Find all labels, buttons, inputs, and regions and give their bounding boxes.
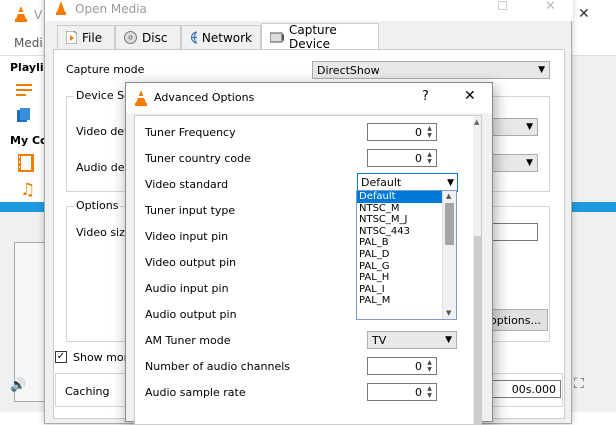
scroll-up-icon[interactable]: ▲ [446,192,451,200]
chevron-down-icon: ▼ [447,177,454,188]
audio-channels-value: 0 [415,359,422,373]
audio-device-select[interactable]: ▼ [486,154,538,172]
scroll-up-icon[interactable]: ▲ [474,118,479,126]
chevron-down-icon: ▼ [538,65,545,75]
dropdown-scrollbar[interactable]: ▲ ▼ [442,191,456,319]
capture-mode-select[interactable]: DirectShow ▼ [312,61,550,79]
audio-output-pin-label: Audio output pin [145,308,237,321]
fullscreen-icon[interactable]: ⛶ [574,376,584,392]
media-icon[interactable] [16,108,32,124]
video-device-select[interactable]: ▼ [486,118,538,136]
vlc-cone-icon [14,6,28,22]
tab-network-label: Network [201,30,252,45]
video-standard-value: Default [361,176,402,189]
tab-capture-device-label: Capture Device [289,23,337,51]
disc-icon [124,31,137,44]
vlc-cone-icon [134,90,148,109]
close-button[interactable]: ✕ [545,0,556,14]
chevron-down-icon: ▼ [526,158,533,168]
caching-value: 00s.000 [511,382,556,396]
spin-arrows-icon[interactable]: ▲ ▼ [424,125,435,139]
tab-capture-device[interactable]: Capture Device [261,23,379,51]
open-media-title-bar: Open Media ☐ ✕ [45,0,573,21]
open-media-title: Open Media [75,2,147,16]
advanced-options-button-label: options... [489,313,541,327]
chevron-down-icon: ▼ [526,122,533,132]
tuner-frequency-label: Tuner Frequency [145,126,236,139]
options-title: Options [74,199,121,212]
video-icon[interactable] [18,154,34,172]
tab-file-label: File [82,30,103,45]
audio-sample-rate-value: 0 [415,385,422,399]
chevron-down-icon: ▼ [445,335,452,345]
tuner-frequency-value: 0 [415,125,422,139]
show-more-checkbox[interactable]: ✓ [55,351,67,363]
tab-network[interactable]: Network [181,25,261,49]
video-device-label: Video dev [76,125,131,138]
scroll-down-icon[interactable]: ▼ [446,309,451,317]
spin-arrows-icon[interactable]: ▲ ▼ [424,151,435,165]
help-button[interactable]: ? [422,89,429,104]
tuner-country-code-value: 0 [415,151,422,165]
tab-disc[interactable]: Disc [115,25,181,49]
advanced-options-title-bar: Advanced Options ? ✕ [126,83,492,113]
spin-arrows-icon[interactable]: ▲ ▼ [424,359,435,373]
audio-device-label: Audio dev [76,161,132,174]
audio-channels-label: Number of audio channels [145,360,291,373]
volume-icon[interactable]: 🔊 [10,378,26,393]
capture-device-icon [270,32,284,43]
my-computer-heading: My Co [10,134,48,147]
video-standard-label: Video standard [145,178,229,191]
audio-sample-rate-spinbox[interactable]: 0 ▲ ▼ [367,383,437,401]
video-output-pin-label: Video output pin [145,256,237,269]
vlc-title-text: V [34,8,43,22]
video-size-input[interactable] [486,223,538,241]
file-icon [66,31,77,44]
advanced-list-scrollbar[interactable]: ▲ [473,116,481,424]
music-icon[interactable]: ♫ [20,180,35,200]
network-icon [191,31,197,44]
video-input-pin-label: Video input pin [145,230,229,243]
tuner-country-code-spinbox[interactable]: 0 ▲ ▼ [367,149,437,167]
spin-arrows-icon[interactable]: ▲ ▼ [424,385,435,399]
advanced-options-title: Advanced Options [154,91,255,104]
tab-file[interactable]: File [57,25,115,49]
caching-label: Caching [65,385,110,398]
caching-spinbox[interactable]: 00s.000 [481,380,561,398]
tuner-country-code-label: Tuner country code [145,152,251,165]
tab-disc-label: Disc [142,30,168,45]
audio-input-pin-label: Audio input pin [145,282,229,295]
dropdown-scrollbar-thumb[interactable] [445,203,454,245]
video-standard-dropdown: Default NTSC_M NTSC_M_J NTSC_443 PAL_B PAL_D P… [356,190,457,320]
am-tuner-mode-select[interactable]: TV ▼ [367,331,457,349]
tuner-frequency-spinbox[interactable]: 0 ▲ ▼ [367,123,437,141]
vlc-menu-media[interactable]: Medi [14,36,43,50]
audio-channels-spinbox[interactable]: 0 ▲ ▼ [367,357,437,375]
close-button[interactable]: ✕ [464,88,476,104]
vlc-cone-icon [55,1,67,18]
playlist-icon[interactable] [16,83,34,97]
capture-mode-value: DirectShow [317,63,380,77]
maximize-button[interactable]: ☐ [497,0,508,13]
capture-mode-label: Capture mode [66,63,145,76]
audio-sample-rate-label: Audio sample rate [145,386,246,399]
vlc-sidebar: Playlis My Co ♫ [0,56,50,222]
scrollbar-thumb[interactable] [474,236,481,424]
video-size-label: Video size [76,226,132,239]
vlc-close-button[interactable]: ✕ [578,6,590,22]
tuner-input-type-label: Tuner input type [145,204,236,217]
am-tuner-mode-label: AM Tuner mode [145,334,231,347]
am-tuner-mode-value: TV [372,333,387,347]
